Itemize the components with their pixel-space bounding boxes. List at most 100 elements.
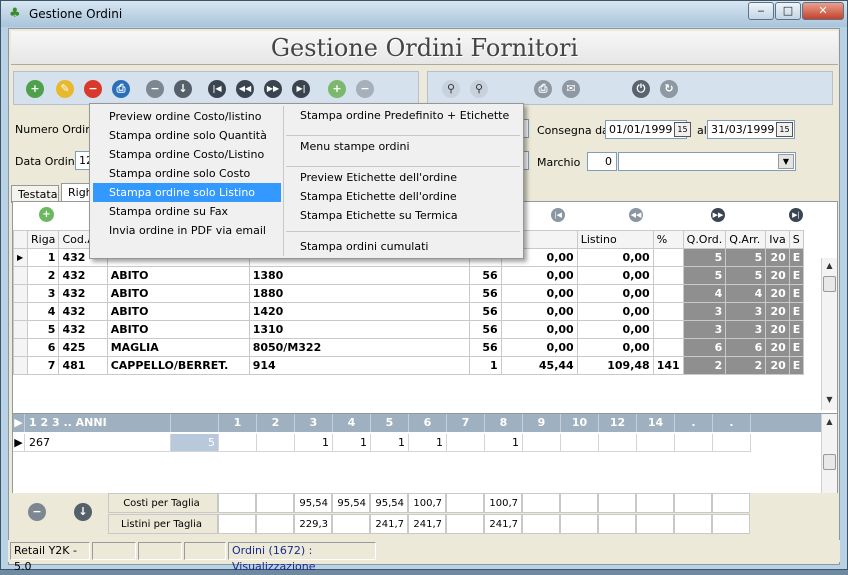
cell-desc[interactable]: ABITO [106, 320, 250, 339]
cell-cost[interactable]: 0,00 [500, 284, 578, 303]
size-header-cell[interactable]: 14 [637, 414, 675, 432]
cell-iva[interactable]: 20 [765, 320, 790, 339]
cell-pct[interactable] [652, 248, 684, 267]
cell-art[interactable]: 1310 [248, 320, 470, 339]
listini-cell[interactable] [636, 514, 674, 534]
marchio-select[interactable] [618, 152, 796, 171]
cell-cod[interactable]: 432 [58, 266, 108, 285]
cell-s[interactable]: E [788, 320, 805, 339]
listini-cell[interactable]: 241,7 [370, 514, 408, 534]
chevron-down-icon[interactable]: ▼ [778, 154, 794, 169]
size-value-cell[interactable]: 1 [295, 434, 333, 452]
maximize-button[interactable]: □ [775, 2, 801, 20]
cell-cod[interactable]: 432 [58, 302, 108, 321]
col-q-ord[interactable]: Q.Ord. [682, 230, 727, 249]
printer-icon[interactable]: ⎙ [534, 80, 552, 98]
cell-cost[interactable]: 0,00 [500, 320, 578, 339]
size-value-cell[interactable]: 1 [485, 434, 523, 452]
cell-qty[interactable]: 56 [468, 302, 502, 321]
costi-cell[interactable]: 100,7 [484, 493, 522, 513]
menu-item[interactable]: Stampa ordine Predefinito + Etichette [284, 106, 522, 125]
menu-item[interactable]: Stampa ordine Costo/Listino [93, 145, 281, 164]
cell-iva[interactable]: 20 [765, 248, 790, 267]
size-header-cell[interactable]: 6 [409, 414, 447, 432]
cell-iva[interactable]: 20 [765, 302, 790, 321]
col-listino[interactable]: Listino [576, 230, 654, 249]
cell-cost[interactable]: 0,00 [500, 266, 578, 285]
size-row-code[interactable]: 267 [25, 434, 171, 452]
size-value-cell[interactable] [637, 434, 675, 452]
size-value-cell[interactable] [675, 434, 713, 452]
size-header-cell[interactable]: 1 [219, 414, 257, 432]
cell-desc[interactable]: MAGLIA [106, 338, 250, 357]
col-percent[interactable]: % [652, 230, 684, 249]
costi-cell[interactable] [522, 493, 560, 513]
size-value-cell[interactable] [523, 434, 561, 452]
cell-listino[interactable]: 109,48 [576, 356, 654, 375]
col-riga[interactable]: Riga [26, 230, 60, 249]
cell-desc[interactable]: ABITO [106, 266, 250, 285]
cell-cod[interactable]: 481 [58, 356, 108, 375]
cell-pct[interactable] [652, 320, 684, 339]
close-button[interactable]: ✕ [802, 2, 844, 20]
cell-listino[interactable]: 0,00 [576, 284, 654, 303]
cell-pct[interactable] [652, 284, 684, 303]
cell-listino[interactable]: 0,00 [576, 266, 654, 285]
listini-cell[interactable] [712, 514, 750, 534]
scroll-up-icon[interactable]: ▲ [822, 414, 837, 430]
cell-qarr[interactable]: 5 [725, 266, 767, 285]
cell-qord[interactable]: 3 [682, 320, 727, 339]
cell-riga[interactable]: 3 [26, 284, 60, 303]
cancel-icon[interactable]: − [146, 80, 164, 98]
cell-riga[interactable]: 2 [26, 266, 60, 285]
cell-listino[interactable]: 0,00 [576, 338, 654, 357]
first-icon[interactable]: |◀ [551, 208, 565, 222]
size-value-cell[interactable] [599, 434, 637, 452]
cell-cod[interactable]: 432 [58, 284, 108, 303]
size-header-cell[interactable]: 12 [599, 414, 637, 432]
size-value-cell[interactable]: 1 [409, 434, 447, 452]
cell-iva[interactable]: 20 [765, 338, 790, 357]
listini-cell[interactable] [522, 514, 560, 534]
costi-cell[interactable]: 95,54 [294, 493, 332, 513]
cell-qty[interactable]: 56 [468, 266, 502, 285]
cell-riga[interactable]: 6 [26, 338, 60, 357]
cell-qty[interactable]: 1 [468, 356, 502, 375]
cell-art[interactable]: 8050/M322 [248, 338, 470, 357]
cell-art[interactable]: 1380 [248, 266, 470, 285]
col-s[interactable]: S [788, 230, 805, 249]
calendar-icon[interactable]: 15 [674, 122, 691, 137]
menu-item[interactable]: Invia ordine in PDF via email [93, 221, 281, 240]
size-header-cell[interactable]: 5 [371, 414, 409, 432]
search-icon[interactable]: ⚲ [442, 80, 460, 98]
col-q-arr[interactable]: Q.Arr. [725, 230, 767, 249]
scroll-thumb[interactable] [823, 454, 836, 470]
cell-pct[interactable] [652, 338, 684, 357]
size-value-cell[interactable] [447, 434, 485, 452]
prev-icon[interactable]: ◀◀ [236, 80, 254, 98]
listini-cell[interactable] [674, 514, 712, 534]
costi-cell[interactable]: 95,54 [370, 493, 408, 513]
zoom-icon[interactable]: ⚲ [470, 80, 488, 98]
menu-item[interactable]: Stampa ordini cumulati [284, 237, 522, 256]
cell-desc[interactable]: ABITO [106, 302, 250, 321]
add-row-icon[interactable]: + [328, 80, 346, 98]
cancel-icon[interactable]: − [28, 503, 46, 521]
cell-s[interactable]: E [788, 248, 805, 267]
size-value-cell[interactable] [257, 434, 295, 452]
costi-cell[interactable] [218, 493, 256, 513]
menu-item[interactable]: Preview ordine Costo/listino [93, 107, 281, 126]
listini-cell[interactable] [218, 514, 256, 534]
costi-cell[interactable]: 100,7 [408, 493, 446, 513]
first-icon[interactable]: |◀ [208, 80, 226, 98]
orders-scrollbar[interactable]: ▲ ▼ [821, 258, 837, 410]
costi-cell[interactable] [446, 493, 484, 513]
cell-s[interactable]: E [788, 356, 805, 375]
table-row[interactable]: 2 432 ABITO 1380 56 0,00 0,00 5 5 20 E [13, 266, 805, 285]
confirm-icon[interactable]: ↓ [74, 503, 92, 521]
listini-cell[interactable] [256, 514, 294, 534]
size-header-cell[interactable]: 3 [295, 414, 333, 432]
cell-s[interactable]: E [788, 284, 805, 303]
cell-qord[interactable]: 2 [682, 356, 727, 375]
next-icon[interactable]: ▶▶ [711, 208, 725, 222]
